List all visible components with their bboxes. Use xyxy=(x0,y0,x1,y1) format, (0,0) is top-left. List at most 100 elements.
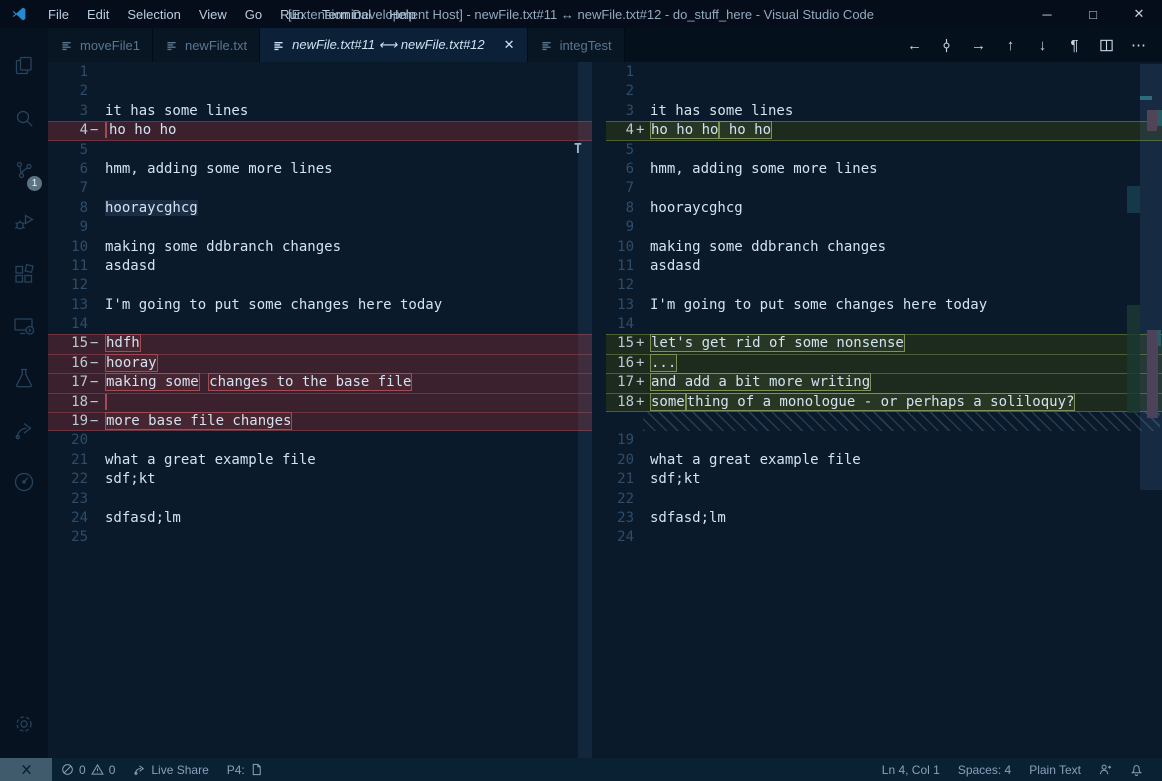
line-number[interactable]: 17 xyxy=(48,373,88,392)
activitybar-item-source-control[interactable]: 1 xyxy=(0,144,48,196)
previous-change-icon[interactable]: ↑ xyxy=(999,34,1022,57)
code-line[interactable]: 19 xyxy=(606,431,1162,450)
code-line[interactable]: 2 xyxy=(606,82,1162,101)
left-scrollbar[interactable] xyxy=(578,62,592,758)
code-line[interactable]: 20 what a great example file xyxy=(606,451,1162,470)
code-line[interactable]: 15 + let's get rid of some nonsense xyxy=(606,334,1162,354)
line-number[interactable]: 8 xyxy=(606,199,634,218)
line-number[interactable]: 8 xyxy=(48,199,88,218)
line-number[interactable]: 23 xyxy=(48,490,88,509)
line-number[interactable]: 2 xyxy=(48,82,88,101)
code-line[interactable]: 22 sdf;kt xyxy=(48,470,592,489)
code-line[interactable]: 13 I'm going to put some changes here tod… xyxy=(48,296,592,315)
line-number[interactable]: 21 xyxy=(48,451,88,470)
next-change-icon[interactable]: ↓ xyxy=(1031,34,1054,57)
menu-view[interactable]: View xyxy=(190,4,236,25)
line-number[interactable]: 18 xyxy=(48,393,88,412)
line-number[interactable]: 11 xyxy=(48,257,88,276)
line-number[interactable]: 13 xyxy=(606,296,634,315)
menu-go[interactable]: Go xyxy=(236,4,271,25)
code-line[interactable]: 11 asdasd xyxy=(606,257,1162,276)
line-number[interactable]: 24 xyxy=(606,528,634,547)
code-line[interactable]: 20 xyxy=(48,431,592,450)
code-line[interactable]: 11 asdasd xyxy=(48,257,592,276)
activitybar-item-performance[interactable] xyxy=(0,456,48,508)
line-number[interactable]: 12 xyxy=(48,276,88,295)
code-line[interactable]: 17 + and add a bit more writing xyxy=(606,373,1162,393)
split-editor-icon[interactable] xyxy=(1095,34,1118,57)
tab-close-icon[interactable]: ✕ xyxy=(504,37,515,53)
nav-forward-icon[interactable]: → xyxy=(967,34,990,57)
code-line[interactable]: 4 + ho ho ho ho ho xyxy=(606,121,1162,141)
menu-file[interactable]: File xyxy=(39,4,78,25)
line-number[interactable]: 1 xyxy=(606,63,634,82)
activitybar-item-live-share[interactable] xyxy=(0,404,48,456)
code-line[interactable]: 19− more base file changes xyxy=(48,412,592,432)
code-line[interactable]: 8 hooraycghcg xyxy=(606,199,1162,218)
activitybar-item-explorer[interactable] xyxy=(0,40,48,92)
line-number[interactable]: 5 xyxy=(48,141,88,160)
code-line[interactable]: 3 it has some lines xyxy=(48,102,592,121)
line-number[interactable]: 7 xyxy=(606,179,634,198)
tab-newfile-txt-11-newfile-txt-12[interactable]: newFile.txt#11 ⟷ newFile.txt#12 ✕ xyxy=(260,28,528,62)
line-number[interactable]: 15 xyxy=(48,334,88,353)
code-line[interactable]: 23 xyxy=(48,490,592,509)
code-line[interactable]: 6 hmm, adding some more lines xyxy=(606,160,1162,179)
code-line[interactable]: 10 making some ddbranch changes xyxy=(606,238,1162,257)
line-number[interactable]: 13 xyxy=(48,296,88,315)
code-line[interactable]: 8 hooraycghcg xyxy=(48,199,592,218)
code-line[interactable]: 22 xyxy=(606,490,1162,509)
line-number[interactable]: 5 xyxy=(606,141,634,160)
line-number[interactable]: 16 xyxy=(48,354,88,373)
code-line[interactable]: 1 xyxy=(48,63,592,82)
status-live-share[interactable]: Live Share xyxy=(124,758,217,781)
line-number[interactable]: 9 xyxy=(48,218,88,237)
code-line[interactable]: 6 hmm, adding some more lines xyxy=(48,160,592,179)
code-line[interactable]: 16 +... xyxy=(606,353,1162,374)
line-number[interactable]: 10 xyxy=(606,238,634,257)
line-number[interactable]: 3 xyxy=(48,102,88,121)
status-language-mode[interactable]: Plain Text xyxy=(1020,758,1090,781)
code-line[interactable]: 2 xyxy=(48,82,592,101)
line-number[interactable]: 18 xyxy=(606,393,634,412)
toggle-whitespace-icon[interactable]: ¶ xyxy=(1063,34,1086,57)
line-number[interactable]: 14 xyxy=(606,315,634,334)
code-line[interactable]: 13 I'm going to put some changes here tod… xyxy=(606,296,1162,315)
remote-indicator[interactable] xyxy=(0,758,52,781)
code-line[interactable]: 23 sdfasd;lm xyxy=(606,509,1162,528)
code-line[interactable]: 5 xyxy=(606,141,1162,160)
line-number[interactable]: 11 xyxy=(606,257,634,276)
line-number[interactable]: 19 xyxy=(606,431,634,450)
menu-selection[interactable]: Selection xyxy=(118,4,189,25)
line-number[interactable]: 6 xyxy=(606,160,634,179)
code-line[interactable]: 16− hooray xyxy=(48,353,592,374)
line-number[interactable]: 17 xyxy=(606,373,634,392)
activitybar-item-extensions[interactable] xyxy=(0,248,48,300)
tab-movefile1[interactable]: moveFile1 xyxy=(48,28,153,62)
code-line[interactable]: 3 it has some lines xyxy=(606,102,1162,121)
code-line[interactable]: 21 what a great example file xyxy=(48,451,592,470)
status-notifications[interactable] xyxy=(1121,758,1152,781)
maximize-button[interactable]: □ xyxy=(1070,0,1116,28)
status-cursor-position[interactable]: Ln 4, Col 1 xyxy=(873,758,949,781)
tab-newfile-txt[interactable]: newFile.txt xyxy=(152,28,261,62)
line-number[interactable]: 12 xyxy=(606,276,634,295)
minimize-button[interactable]: ─ xyxy=(1024,0,1070,28)
code-line[interactable]: 14 xyxy=(48,315,592,334)
line-number[interactable]: 22 xyxy=(48,470,88,489)
line-number[interactable]: 2 xyxy=(606,82,634,101)
nav-back-icon[interactable]: ← xyxy=(903,34,926,57)
more-actions-icon[interactable]: ⋯ xyxy=(1127,34,1150,57)
line-number[interactable]: 4 xyxy=(48,121,88,140)
code-line[interactable]: 21 sdf;kt xyxy=(606,470,1162,489)
line-number[interactable]: 9 xyxy=(606,218,634,237)
line-number[interactable]: 10 xyxy=(48,238,88,257)
line-number[interactable]: 7 xyxy=(48,179,88,198)
line-number[interactable]: 1 xyxy=(48,63,88,82)
code-line[interactable]: 12 xyxy=(606,276,1162,295)
activitybar-item-test-beaker[interactable] xyxy=(0,352,48,404)
code-line[interactable]: 4− ho ho ho xyxy=(48,121,592,141)
line-number[interactable]: 14 xyxy=(48,315,88,334)
activitybar-item-remote-explorer[interactable] xyxy=(0,300,48,352)
line-number[interactable]: 20 xyxy=(606,451,634,470)
